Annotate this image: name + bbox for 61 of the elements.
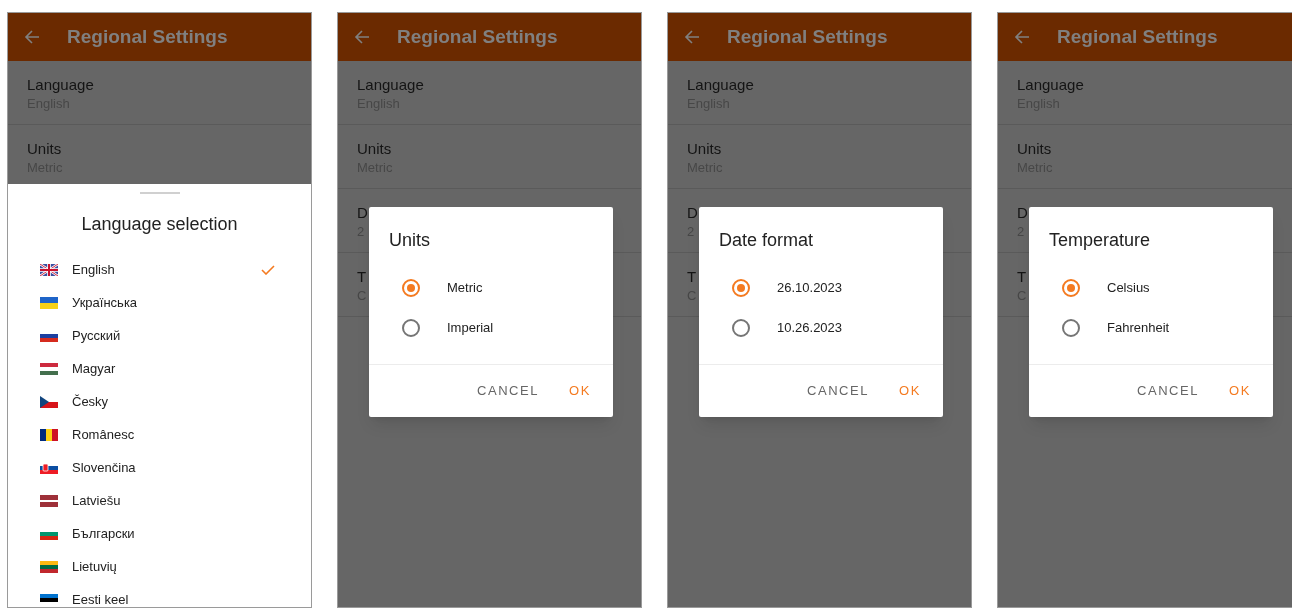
language-item[interactable]: Slovenčina (8, 451, 311, 484)
language-item[interactable]: Românesc (8, 418, 311, 451)
setting-label[interactable]: T (357, 267, 367, 287)
language-item[interactable]: Русский (8, 319, 311, 352)
radio-button[interactable] (1062, 279, 1080, 297)
language-item[interactable]: Česky (8, 385, 311, 418)
cancel-button[interactable]: CANCEL (1129, 375, 1208, 407)
union-jack-flag-icon (40, 263, 58, 276)
radio-button[interactable] (402, 319, 420, 337)
vertical-tricolour-flag-icon (40, 428, 58, 441)
setting-label[interactable]: T (1017, 267, 1027, 287)
cancel-button[interactable]: CANCEL (469, 375, 548, 407)
language-item[interactable]: Lietuvių (8, 550, 311, 583)
setting-label[interactable]: Units (357, 139, 392, 159)
radio-button[interactable] (732, 279, 750, 297)
option-label[interactable]: 26.10.2023 (777, 278, 843, 298)
setting-label[interactable]: Units (687, 139, 722, 159)
setting-label[interactable]: D (1017, 203, 1028, 223)
setting-label[interactable]: D (687, 203, 698, 223)
radio-button[interactable] (1062, 319, 1080, 337)
checkmark-icon (261, 264, 275, 275)
app-bar-title: Regional Settings (67, 24, 228, 49)
setting-label[interactable]: Language (357, 75, 424, 95)
radio-button[interactable] (402, 279, 420, 297)
language-item[interactable]: Українська (8, 286, 311, 319)
tricolour-flag-icon (40, 560, 58, 573)
dialog-title: Units (389, 229, 431, 252)
app-bar-title: Regional Settings (727, 24, 888, 49)
option-label[interactable]: Imperial (447, 318, 494, 338)
striped-flag-icon (40, 494, 58, 507)
setting-label[interactable]: Language (27, 75, 94, 95)
setting-label[interactable]: Units (1017, 139, 1052, 159)
setting-label[interactable]: Units (27, 139, 62, 159)
option-label[interactable]: Metric (447, 278, 483, 298)
app-bar-title: Regional Settings (397, 24, 558, 49)
setting-label[interactable]: T (687, 267, 697, 287)
drag-handle[interactable] (139, 192, 180, 194)
option-label[interactable]: 10.26.2023 (777, 318, 843, 338)
radio-button[interactable] (732, 319, 750, 337)
app-bar-title: Regional Settings (1057, 24, 1218, 49)
triangle-flag-icon (40, 395, 58, 408)
dialog-title: Temperature (1049, 229, 1152, 252)
language-item[interactable]: Magyar (8, 352, 311, 385)
option-label[interactable]: Celsius (1107, 278, 1150, 298)
setting-label[interactable]: Language (687, 75, 754, 95)
tricolour-flag-icon (40, 362, 58, 375)
tricolour-flag-icon (40, 461, 58, 474)
setting-label[interactable]: Language (1017, 75, 1084, 95)
language-item[interactable]: Български (8, 517, 311, 550)
two-stripe-flag-icon (40, 296, 58, 309)
back-arrow-icon[interactable] (354, 29, 370, 45)
option-label[interactable]: Fahrenheit (1107, 318, 1170, 338)
back-arrow-icon[interactable] (1014, 29, 1030, 45)
setting-label[interactable]: D (357, 203, 368, 223)
language-item[interactable]: Latviešu (8, 484, 311, 517)
dialog-title: Date format (719, 229, 815, 252)
sheet-title: Language selection (80, 213, 239, 236)
back-arrow-icon[interactable] (684, 29, 700, 45)
back-arrow-icon[interactable] (24, 29, 40, 45)
cancel-button[interactable]: CANCEL (799, 375, 878, 407)
language-item[interactable]: Eesti keel (8, 583, 311, 607)
